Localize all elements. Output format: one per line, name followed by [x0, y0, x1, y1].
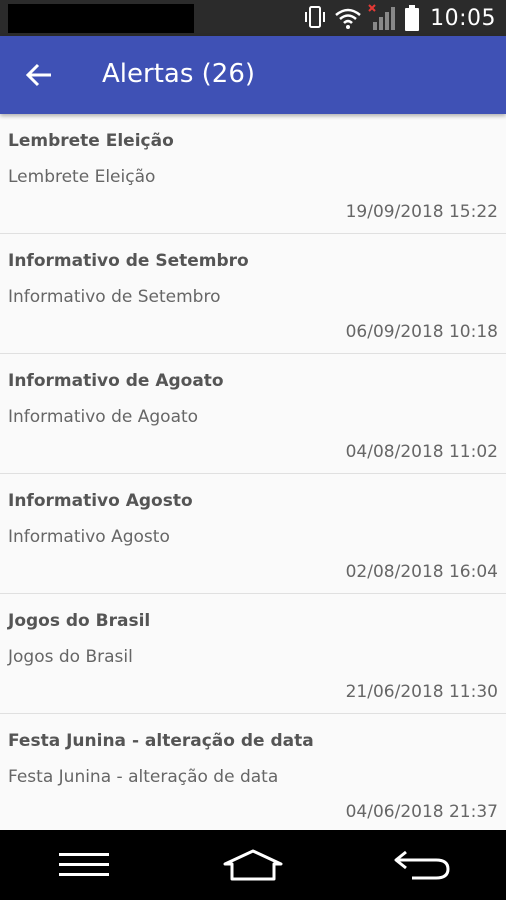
alert-body: Informativo de Agoato: [8, 407, 199, 427]
status-clock: 10:05: [430, 5, 496, 31]
status-bar: 10:05: [0, 0, 506, 36]
vibrate-icon: [302, 5, 328, 31]
page-title: Alertas (26): [102, 59, 256, 89]
alert-title: Festa Junina - alteração de data: [8, 731, 314, 751]
alert-item[interactable]: Informativo Agosto Informativo Agosto 02…: [0, 474, 506, 594]
back-button[interactable]: [22, 58, 56, 92]
alert-body: Jogos do Brasil: [8, 647, 133, 667]
battery-icon: [404, 4, 420, 32]
alert-title: Informativo de Setembro: [8, 251, 249, 271]
alert-item[interactable]: Jogos do Brasil Jogos do Brasil 21/06/20…: [0, 594, 506, 714]
alert-item[interactable]: Festa Junina - alteração de data Festa J…: [0, 714, 506, 830]
alert-date: 04/06/2018 21:37: [345, 802, 498, 822]
alert-item[interactable]: Informativo de Setembro Informativo de S…: [0, 234, 506, 354]
alert-date: 19/09/2018 15:22: [345, 202, 498, 222]
alert-item[interactable]: Lembrete Eleição Lembrete Eleição 19/09/…: [0, 114, 506, 234]
nav-home-button[interactable]: [213, 835, 293, 895]
alert-date: 06/09/2018 10:18: [345, 322, 498, 342]
menu-icon: [59, 853, 110, 876]
alert-date: 02/08/2018 16:04: [345, 562, 498, 582]
alerts-list[interactable]: Lembrete Eleição Lembrete Eleição 19/09/…: [0, 114, 506, 830]
alert-item[interactable]: Informativo de Agoato Informativo de Ago…: [0, 354, 506, 474]
alert-body: Informativo Agosto: [8, 527, 170, 547]
alert-date: 04/08/2018 11:02: [345, 442, 498, 462]
app-bar: Alertas (26): [0, 36, 506, 114]
alert-date: 21/06/2018 11:30: [345, 682, 498, 702]
notification-area: [8, 4, 194, 33]
alert-body: Lembrete Eleição: [8, 167, 156, 187]
signal-no-service-icon: [368, 4, 398, 32]
alert-title: Jogos do Brasil: [8, 611, 151, 631]
alert-title: Lembrete Eleição: [8, 131, 174, 151]
system-navigation-bar: [0, 830, 506, 900]
back-icon: [394, 850, 450, 880]
status-icons: 10:05: [302, 0, 496, 36]
alert-body: Informativo de Setembro: [8, 287, 221, 307]
wifi-icon: [334, 6, 362, 30]
alert-body: Festa Junina - alteração de data: [8, 767, 279, 787]
home-icon: [223, 849, 283, 881]
nav-back-button[interactable]: [382, 835, 462, 895]
nav-menu-button[interactable]: [44, 835, 124, 895]
alert-title: Informativo Agosto: [8, 491, 193, 511]
arrow-left-icon: [25, 63, 51, 87]
alert-title: Informativo de Agoato: [8, 371, 224, 391]
